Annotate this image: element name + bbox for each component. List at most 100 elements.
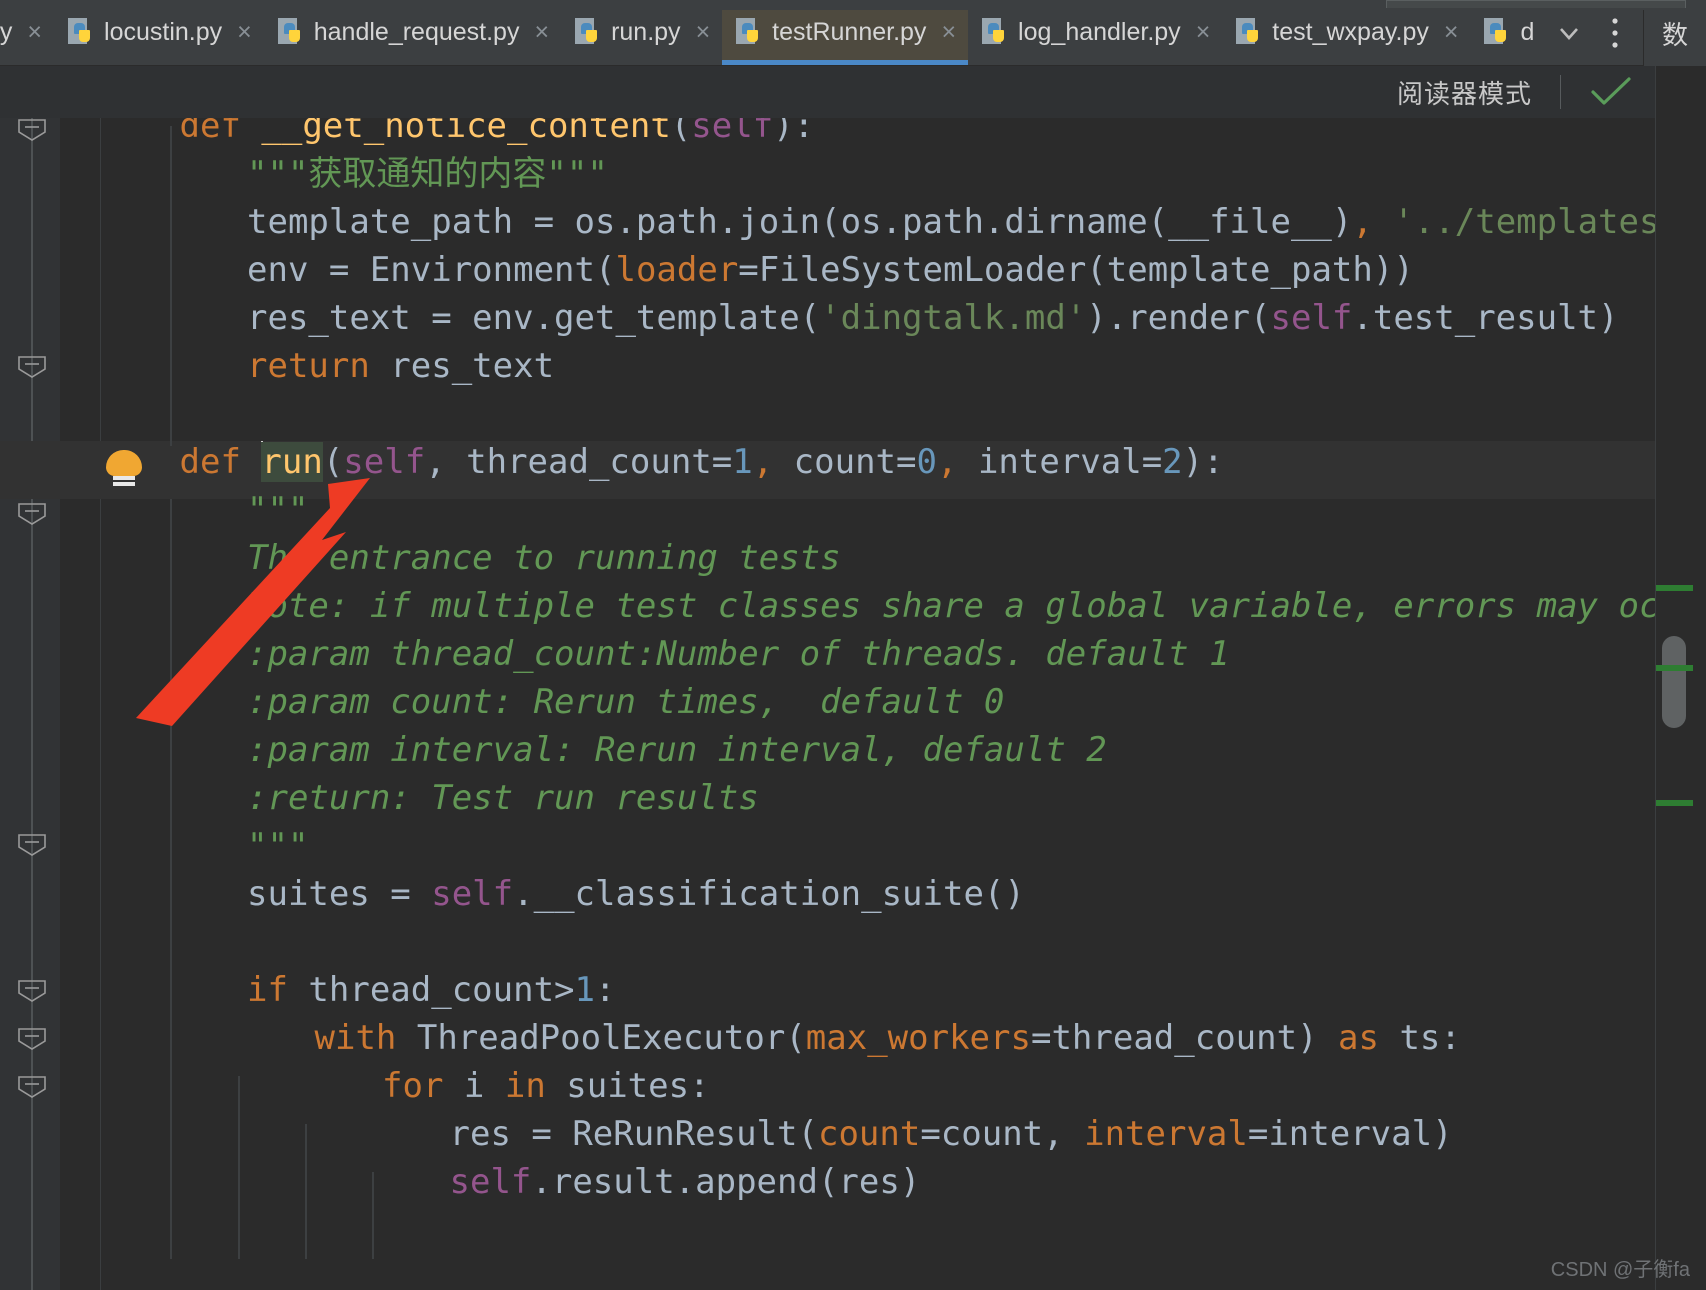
code-line: def run(self, thread_count=1, count=0, i… bbox=[180, 438, 1224, 486]
code-token: 0 bbox=[916, 442, 937, 482]
code-line: template_path = os.path.join(os.path.dir… bbox=[247, 198, 1655, 246]
code-content[interactable]: def __get_notice_content(self): """获取通知的内… bbox=[0, 66, 1656, 1290]
code-line: :return: Test run results bbox=[247, 774, 759, 822]
code-token: suites = bbox=[247, 874, 432, 914]
python-file-icon bbox=[68, 18, 95, 47]
tab-close-icon[interactable]: × bbox=[941, 20, 956, 45]
python-file-icon bbox=[736, 18, 763, 47]
code-token: template_path = os.path.join(os.path.dir… bbox=[247, 202, 1353, 242]
code-token: The entrance to running tests bbox=[247, 538, 841, 578]
code-token: self bbox=[343, 442, 426, 482]
code-token: """获取通知的内容""" bbox=[247, 154, 608, 194]
code-token: self bbox=[449, 1162, 532, 1202]
tab-close-icon[interactable]: × bbox=[237, 20, 252, 45]
code-token: :param interval: Rerun interval, default… bbox=[247, 730, 1107, 770]
code-token: res_text bbox=[390, 346, 555, 386]
code-line: """获取通知的内容""" bbox=[247, 150, 608, 198]
tab-label: locustin.py bbox=[104, 18, 223, 46]
change-marker[interactable] bbox=[1655, 665, 1693, 671]
change-marker[interactable] bbox=[1655, 800, 1693, 806]
python-file-icon bbox=[1484, 18, 1511, 47]
code-token: , bbox=[1352, 202, 1373, 242]
code-token: .test_result) bbox=[1352, 298, 1619, 338]
python-file-icon bbox=[277, 18, 305, 47]
code-token: =interval) bbox=[1247, 1114, 1453, 1154]
vertical-scrollbar-thumb[interactable] bbox=[1662, 636, 1686, 728]
tab-label: testRunner.py bbox=[772, 18, 927, 46]
code-token: self bbox=[1270, 298, 1353, 338]
reader-mode-label: 阅读器模式 bbox=[1396, 78, 1532, 109]
code-token: res = ReRunResult( bbox=[449, 1114, 818, 1154]
code-line: if thread_count>1: bbox=[247, 966, 616, 1014]
tab-close-icon[interactable]: × bbox=[27, 20, 42, 45]
tab-label: run.py bbox=[611, 18, 681, 46]
code-line: suites = self.__classification_suite() bbox=[247, 870, 1025, 918]
window-field bbox=[1386, 0, 1686, 8]
code-token: return bbox=[247, 346, 391, 386]
code-token: interval= bbox=[957, 442, 1163, 482]
code-token: , thread_count= bbox=[425, 442, 733, 482]
code-token: ): bbox=[1182, 442, 1224, 482]
code-token: =FileSystemLoader(template_path)) bbox=[738, 250, 1414, 290]
tab-close-icon[interactable]: × bbox=[1196, 20, 1211, 45]
code-token: Note: if multiple test classes share a g… bbox=[247, 586, 1655, 626]
python-file-icon bbox=[575, 18, 602, 47]
change-marker[interactable] bbox=[1655, 585, 1693, 591]
check-mark-icon[interactable] bbox=[1589, 75, 1633, 109]
code-token: env = Environment( bbox=[247, 250, 616, 290]
code-token: """ bbox=[247, 826, 309, 866]
code-token: '../templates' bbox=[1393, 202, 1655, 242]
code-line: self.result.append(res) bbox=[450, 1158, 921, 1206]
code-token: max_workers bbox=[805, 1018, 1031, 1058]
code-token: interval bbox=[1084, 1114, 1248, 1154]
code-line: """ bbox=[247, 822, 308, 870]
code-token: thread_count> bbox=[308, 970, 575, 1010]
code-token: with bbox=[314, 1018, 417, 1058]
reader-mode-bar: 阅读器模式 bbox=[0, 66, 1655, 118]
code-line: """ bbox=[247, 486, 308, 534]
code-line: res = ReRunResult(count=count, interval=… bbox=[450, 1110, 1453, 1158]
marker-strip-divider bbox=[1655, 66, 1656, 1290]
tab-label: handle_request.py bbox=[313, 18, 520, 46]
code-line: res_text = env.get_template('dingtalk.md… bbox=[247, 294, 1619, 342]
code-token: ts: bbox=[1399, 1018, 1461, 1058]
code-token: :return: Test run results bbox=[247, 778, 759, 818]
code-token: ).render( bbox=[1086, 298, 1271, 338]
code-editor[interactable]: def __get_notice_content(self): """获取通知的内… bbox=[0, 66, 1655, 1290]
highlighted-identifier: run bbox=[261, 442, 323, 482]
code-line: for i in suites: bbox=[382, 1062, 710, 1110]
code-token: loader bbox=[615, 250, 739, 290]
code-token: , bbox=[752, 442, 774, 482]
tab-label: py bbox=[0, 18, 13, 46]
tab-label: log_handler.py bbox=[1018, 18, 1181, 46]
code-token: =count, bbox=[920, 1114, 1085, 1154]
code-line: env = Environment(loader=FileSystemLoade… bbox=[247, 246, 1414, 294]
code-token: , bbox=[936, 442, 958, 482]
code-token: 1 bbox=[732, 442, 753, 482]
tab-close-icon[interactable]: × bbox=[696, 20, 711, 45]
code-token: 2 bbox=[1162, 442, 1183, 482]
scrollbar-marker-strip[interactable] bbox=[1655, 66, 1706, 1290]
window-chrome-strip bbox=[0, 0, 1706, 10]
code-token: """ bbox=[247, 490, 309, 530]
code-token: def bbox=[179, 442, 262, 482]
code-token: if bbox=[247, 970, 309, 1010]
code-token: .__classification_suite() bbox=[513, 874, 1025, 914]
code-token: .result.append(res) bbox=[531, 1162, 921, 1202]
code-token: for bbox=[382, 1066, 464, 1106]
tab-label: d bbox=[1520, 18, 1535, 46]
far-right-tool-tab-label: 数 bbox=[1661, 19, 1688, 50]
watermark-text: CSDN @子衡fa bbox=[1550, 1259, 1690, 1281]
code-token: count= bbox=[773, 442, 917, 482]
code-token: self bbox=[431, 874, 514, 914]
tab-close-icon[interactable]: × bbox=[1444, 20, 1459, 45]
code-token: =thread_count) bbox=[1030, 1018, 1339, 1058]
code-token: 1 bbox=[574, 970, 596, 1010]
python-file-icon bbox=[982, 18, 1009, 47]
tab-close-icon[interactable]: × bbox=[534, 20, 549, 45]
code-token: 'dingtalk.md' bbox=[820, 298, 1087, 338]
code-token: count bbox=[817, 1114, 921, 1154]
code-line: :param count: Rerun times, default 0 bbox=[247, 678, 1004, 726]
code-token: res_text = env.get_template( bbox=[247, 298, 821, 338]
code-line: The entrance to running tests bbox=[247, 534, 841, 582]
